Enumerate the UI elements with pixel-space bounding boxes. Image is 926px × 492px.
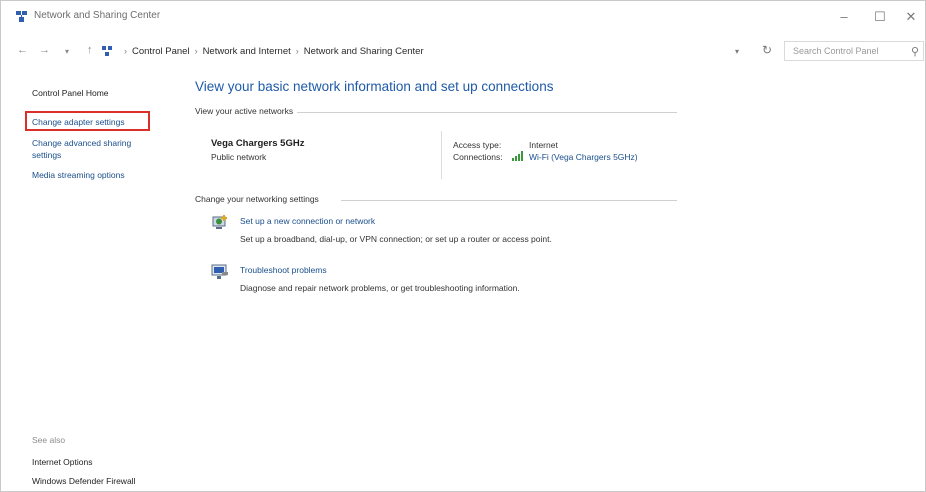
search-placeholder: Search Control Panel: [793, 46, 879, 56]
media-streaming-options-link[interactable]: Media streaming options: [32, 170, 125, 180]
networking-settings-heading: Change your networking settings: [195, 194, 319, 204]
access-type-value: Internet: [529, 140, 558, 150]
connections-label: Connections:: [453, 152, 503, 162]
network-center-icon: [16, 11, 27, 22]
forward-arrow-icon[interactable]: →: [39, 44, 50, 56]
internet-options-link[interactable]: Internet Options: [32, 457, 92, 467]
windows-defender-firewall-link[interactable]: Windows Defender Firewall: [32, 476, 135, 486]
up-arrow-icon[interactable]: ↑: [87, 44, 93, 56]
breadcrumb-network-internet[interactable]: Network and Internet: [203, 46, 291, 57]
window-title: Network and Sharing Center: [34, 10, 161, 21]
set-up-new-connection-link[interactable]: Set up a new connection or network: [240, 216, 375, 226]
troubleshoot-problems-link[interactable]: Troubleshoot problems: [240, 265, 327, 275]
control-panel-icon: [102, 46, 112, 56]
recent-locations-chevron-icon[interactable]: ▾: [65, 47, 69, 56]
see-also-heading: See also: [32, 435, 66, 445]
change-adapter-settings-link[interactable]: Change adapter settings: [32, 117, 125, 127]
minimize-button[interactable]: –: [824, 6, 864, 28]
control-panel-home-link[interactable]: Control Panel Home: [32, 88, 109, 98]
troubleshoot-icon: [211, 264, 228, 279]
breadcrumb[interactable]: › Control Panel › Network and Internet ›…: [101, 40, 731, 62]
change-advanced-sharing-link-line2[interactable]: settings: [32, 150, 61, 160]
address-row: ← → ▾ ↑ › Control Panel › Network and In…: [1, 39, 925, 65]
refresh-icon[interactable]: ↻: [762, 43, 772, 57]
section-divider: [341, 200, 677, 201]
breadcrumb-network-sharing[interactable]: Network and Sharing Center: [304, 46, 424, 57]
network-name: Vega Chargers 5GHz: [211, 138, 305, 149]
close-button[interactable]: ✕: [896, 6, 926, 28]
breadcrumb-separator-icon: ›: [194, 46, 198, 56]
search-box[interactable]: Search Control Panel ⚲: [784, 41, 924, 61]
section-divider: [297, 112, 677, 113]
address-dropdown-icon[interactable]: ▾: [735, 47, 739, 56]
page-title: View your basic network information and …: [195, 79, 554, 94]
title-bar: Network and Sharing Center – ☐ ✕: [1, 1, 925, 33]
wifi-signal-icon: [512, 151, 523, 161]
set-up-new-connection-description: Set up a broadband, dial-up, or VPN conn…: [240, 234, 552, 244]
breadcrumb-control-panel[interactable]: Control Panel: [132, 46, 190, 57]
network-type-link[interactable]: Public network: [211, 152, 266, 162]
breadcrumb-separator-icon: ›: [124, 46, 127, 56]
maximize-button[interactable]: ☐: [860, 6, 900, 28]
left-pane: Control Panel Home Change adapter settin…: [1, 67, 179, 491]
wifi-connection-link[interactable]: Wi-Fi (Vega Chargers 5GHz): [529, 152, 638, 162]
access-type-label: Access type:: [453, 140, 502, 150]
breadcrumb-separator-icon: ›: [295, 46, 299, 56]
vertical-divider: [441, 131, 442, 179]
back-arrow-icon[interactable]: ←: [17, 44, 28, 56]
troubleshoot-problems-description: Diagnose and repair network problems, or…: [240, 283, 520, 293]
new-connection-icon: [212, 215, 227, 229]
network-sharing-window: Network and Sharing Center – ☐ ✕ ← → ▾ ↑…: [0, 0, 926, 492]
change-advanced-sharing-link[interactable]: Change advanced sharing: [32, 138, 131, 148]
active-networks-heading: View your active networks: [195, 106, 294, 116]
search-icon[interactable]: ⚲: [911, 45, 919, 58]
